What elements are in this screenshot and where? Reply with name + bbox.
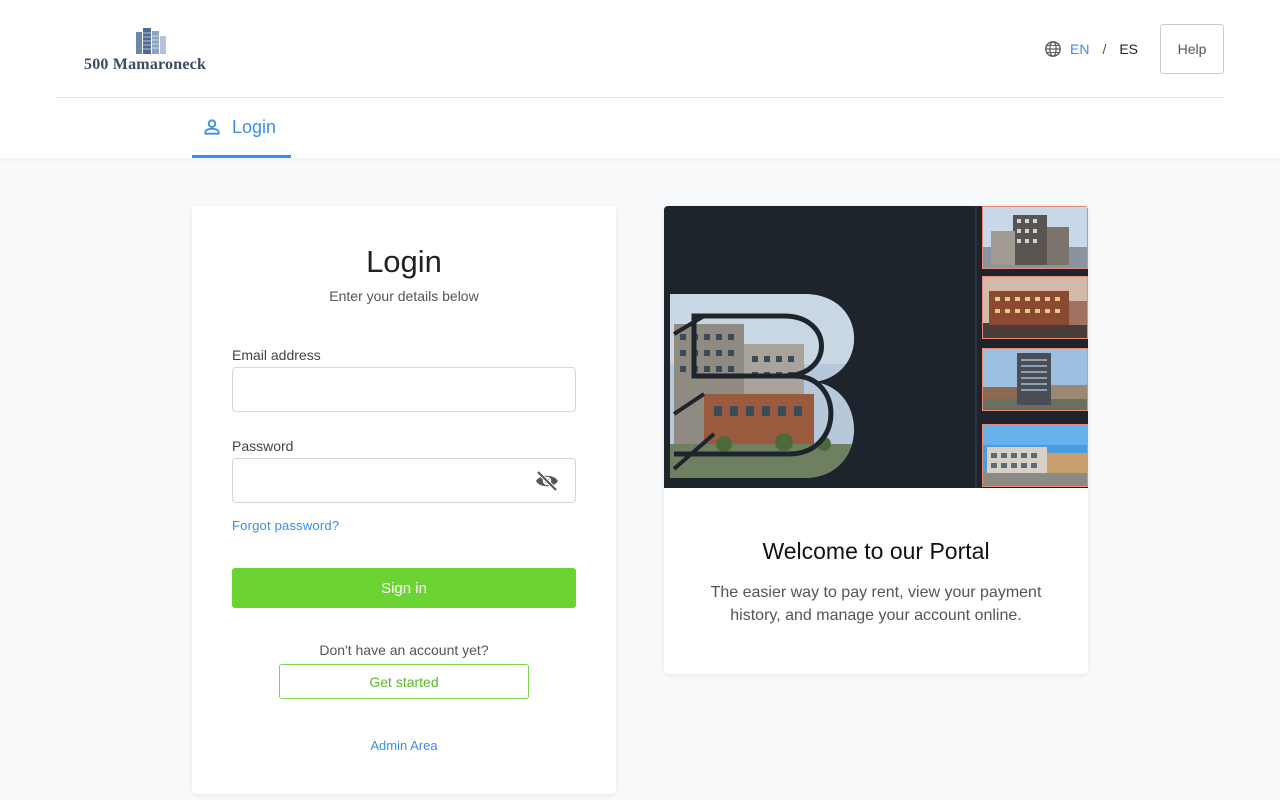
logo[interactable]: 500 Mamaroneck [84,26,224,76]
language-en-link[interactable]: EN [1070,41,1089,57]
welcome-text: The easier way to pay rent, view your pa… [710,584,1042,624]
no-account-text: Don't have an account yet? [319,642,489,658]
login-subtitle: Enter your details below [329,288,479,304]
language-separator: / [1102,41,1107,57]
tab-login-label: Login [232,116,277,137]
thumbnail-building-2 [982,276,1088,339]
sign-in-button[interactable]: Sign in [232,568,576,608]
brand-b-logo-image [670,294,855,478]
login-title: Login [366,244,442,279]
hero-image [664,206,1088,488]
language-switcher: EN / ES [1044,40,1138,58]
person-icon [204,119,220,135]
admin-area-link[interactable]: Admin Area [192,738,616,753]
logo-text: 500 Mamaroneck [84,56,207,73]
password-field[interactable] [232,458,576,503]
hero-divider [975,206,977,488]
email-field[interactable] [232,367,576,412]
tab-login[interactable]: Login [192,99,291,158]
forgot-password-link[interactable]: Forgot password? [232,518,339,533]
welcome-card: Welcome to our Portal The easier way to … [664,206,1088,674]
login-card: Login Enter your details below Email add… [192,206,616,794]
thumbnail-building-4 [982,424,1088,487]
help-button[interactable]: Help [1160,24,1224,74]
password-label: Password [232,438,294,454]
building-logo-icon [136,28,166,54]
thumbnail-building-1 [982,206,1088,269]
top-bar: 500 Mamaroneck EN / ES Help Login [0,0,1280,158]
globe-icon [1045,41,1061,57]
get-started-button[interactable]: Get started [279,664,529,699]
thumbnail-building-3 [982,348,1088,411]
language-es-link[interactable]: ES [1119,41,1138,57]
eye-off-icon[interactable] [534,469,560,493]
header: 500 Mamaroneck EN / ES Help [56,0,1224,98]
welcome-title: Welcome to our Portal [762,538,990,564]
email-label: Email address [232,347,321,363]
